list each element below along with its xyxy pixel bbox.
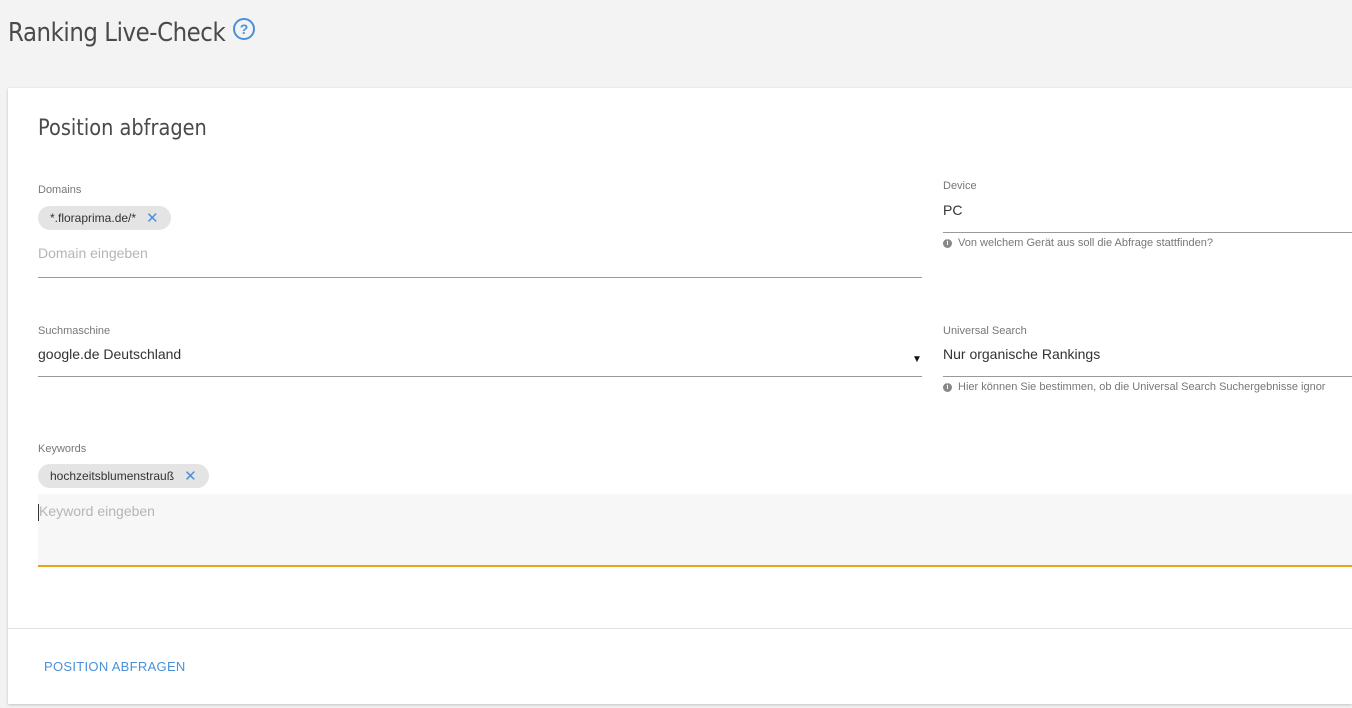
device-hint-text: Von welchem Gerät aus soll die Abfrage s… xyxy=(958,237,1213,249)
keyword-chip: hochzeitsblumenstrauß ✕ xyxy=(38,464,209,488)
device-label: Device xyxy=(943,180,977,192)
universal-search-hint: i Hier können Sie bestimmen, ob die Univ… xyxy=(943,381,1325,393)
submit-position-button[interactable]: POSITION ABFRAGEN xyxy=(44,659,186,674)
universal-search-label: Universal Search xyxy=(943,325,1027,337)
position-query-card: Position abfragen Domains *.floraprima.d… xyxy=(8,88,1352,704)
universal-search-select[interactable]: Nur organische Rankings xyxy=(943,346,1100,362)
triangle-down-icon[interactable]: ▼ xyxy=(912,354,922,365)
page-title: Ranking Live-Check xyxy=(8,18,226,48)
keywords-label: Keywords xyxy=(38,443,87,455)
info-icon: i xyxy=(943,382,952,392)
device-hint: i Von welchem Gerät aus soll die Abfrage… xyxy=(943,237,1213,249)
search-engine-label: Suchmaschine xyxy=(38,325,111,337)
search-engine-select[interactable]: google.de Deutschland xyxy=(38,346,181,362)
card-footer-divider xyxy=(8,628,1352,629)
domain-input-underline xyxy=(38,277,922,278)
info-icon: i xyxy=(943,238,952,248)
close-icon[interactable]: ✕ xyxy=(146,211,159,226)
close-icon[interactable]: ✕ xyxy=(184,469,197,484)
universal-search-underline xyxy=(943,376,1352,377)
device-underline xyxy=(943,232,1352,233)
keyword-chip-label: hochzeitsblumenstrauß xyxy=(50,469,175,483)
domain-chip-label: *.floraprima.de/* xyxy=(50,211,137,225)
domain-chip: *.floraprima.de/* ✕ xyxy=(38,206,171,230)
keyword-input[interactable]: Keyword eingeben xyxy=(39,503,155,519)
keyword-input-field[interactable] xyxy=(38,494,1352,567)
universal-search-hint-text: Hier können Sie bestimmen, ob die Univer… xyxy=(958,381,1326,393)
domain-input[interactable]: Domain eingeben xyxy=(38,245,148,261)
help-icon[interactable]: ? xyxy=(233,18,255,40)
device-select[interactable]: PC xyxy=(943,202,962,218)
card-title: Position abfragen xyxy=(38,116,207,141)
search-engine-underline xyxy=(38,376,922,377)
domains-label: Domains xyxy=(38,184,82,196)
